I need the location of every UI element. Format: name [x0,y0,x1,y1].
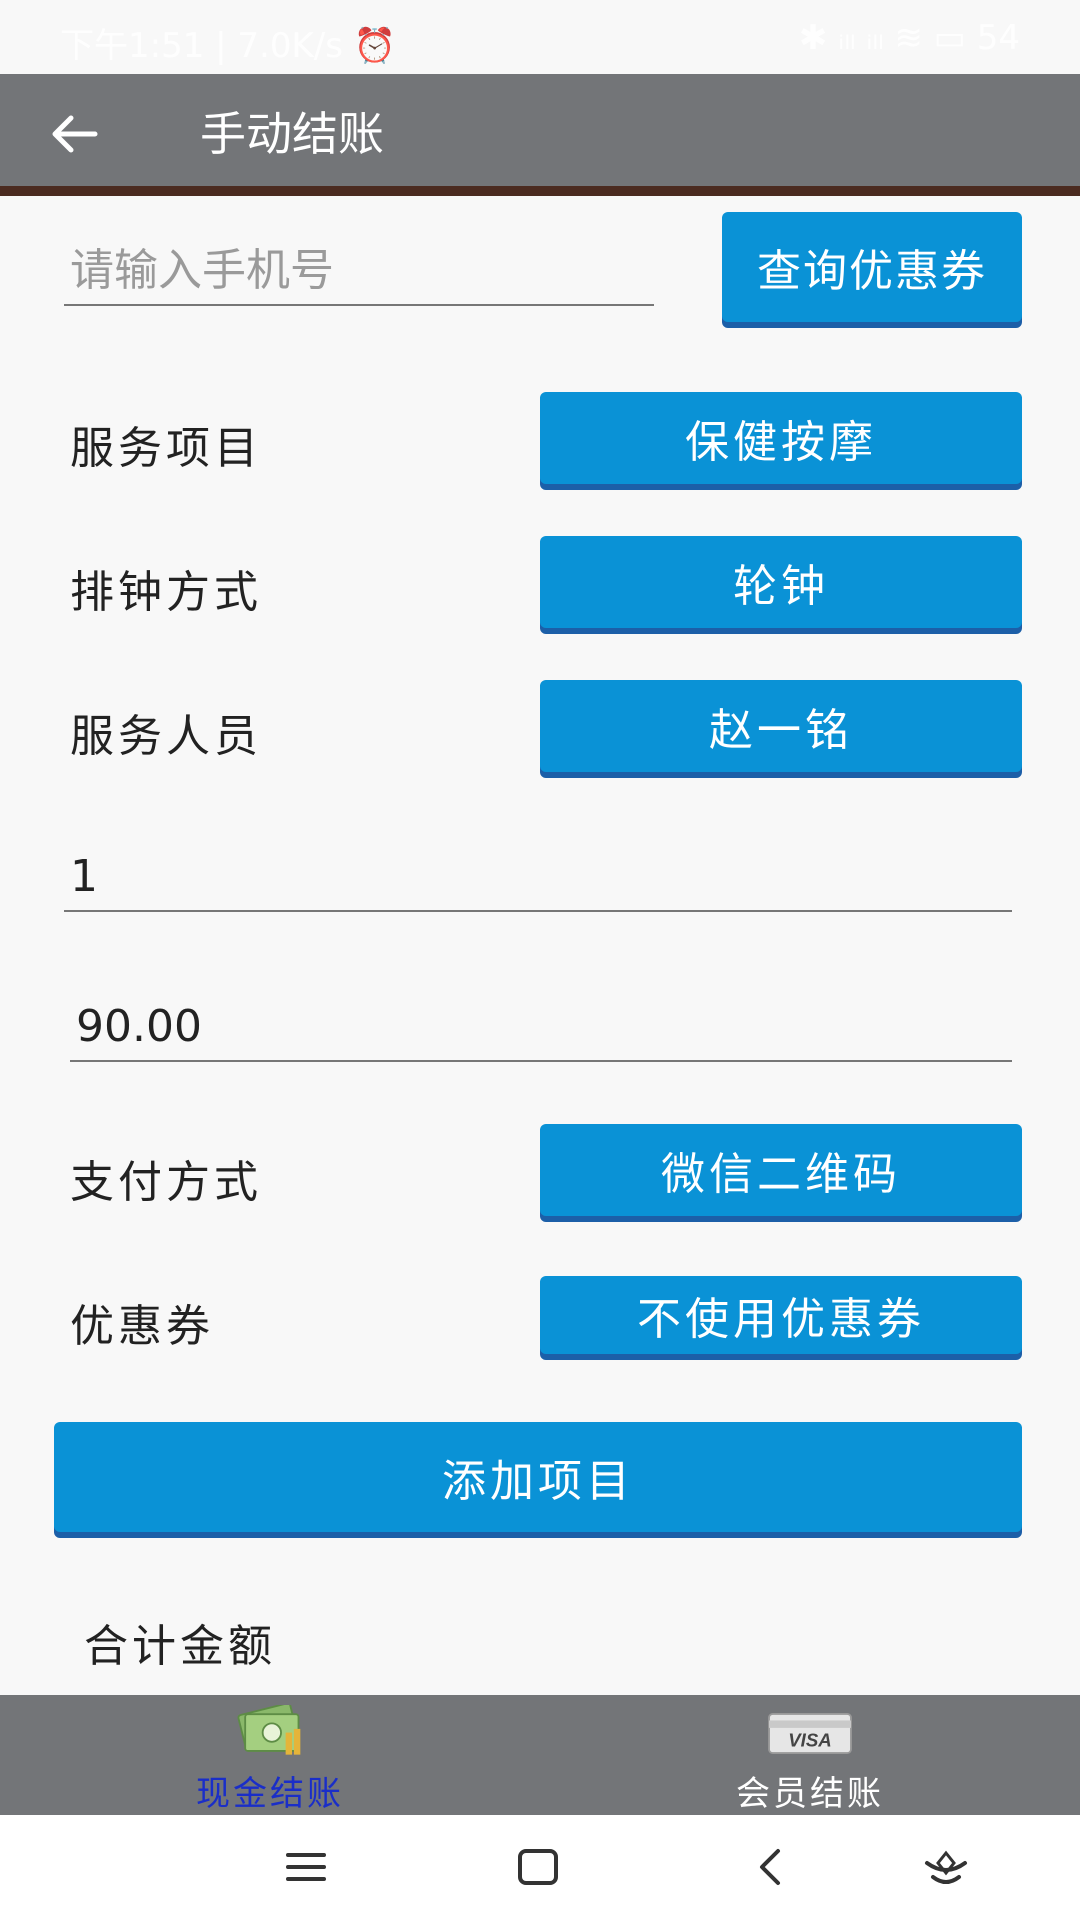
total-label: 合计金额 [84,1621,276,1672]
phone-field[interactable] [64,236,654,306]
system-nav-bar [0,1815,1080,1920]
service-item-label: 服务项目 [70,423,262,474]
phone-input[interactable] [64,236,654,304]
tab-member-checkout[interactable]: VISA 会员结账 [540,1695,1080,1815]
home-square-icon [518,1849,558,1885]
back-button[interactable] [44,104,104,164]
payment-label: 支付方式 [70,1157,262,1208]
staff-button[interactable]: 赵一铭 [540,680,1022,772]
price-input[interactable] [70,992,1012,1060]
back-arrow-icon [52,115,98,153]
coupon-button[interactable]: 不使用优惠券 [540,1276,1022,1354]
add-item-button[interactable]: 添加项目 [54,1422,1022,1532]
coupon-label: 优惠券 [70,1301,214,1352]
page-title: 手动结账 [200,107,384,161]
schedule-label: 排钟方式 [70,567,262,618]
nav-assistant-button[interactable] [906,1835,986,1899]
assistant-icon [925,1850,967,1884]
tab-cash-checkout[interactable]: 现金结账 [0,1695,540,1815]
payment-button[interactable]: 微信二维码 [540,1124,1022,1216]
tab-cash-label: 现金结账 [196,1774,344,1814]
menu-icon [286,1853,326,1881]
tab-member-label: 会员结账 [736,1774,884,1814]
service-item-button[interactable]: 保健按摩 [540,392,1022,484]
visa-card-icon: VISA [768,1713,852,1754]
status-bar: 下午1:51 | 7.0K/s ⏰ ✱ ᵢₗₗ ᵢₗₗ ≋ ▭ 54 [0,0,1080,74]
nav-menu-button[interactable] [266,1835,346,1899]
staff-label: 服务人员 [70,711,262,762]
nav-back-button[interactable] [730,1835,810,1899]
cash-money-icon [237,1705,301,1755]
query-coupon-button[interactable]: 查询优惠券 [722,212,1022,322]
quantity-input[interactable] [64,842,1012,910]
status-left: 下午1:51 | 7.0K/s ⏰ [60,26,397,66]
schedule-button[interactable]: 轮钟 [540,536,1022,628]
toolbar [0,74,1080,192]
back-chevron-icon [760,1849,780,1885]
bottom-tab-bar: 现金结账 VISA 会员结账 [0,1695,1080,1815]
toolbar-divider [0,186,1080,196]
nav-home-button[interactable] [498,1835,578,1899]
visa-card-text: VISA [788,1730,831,1751]
status-right: ✱ ᵢₗₗ ᵢₗₗ ≋ ▭ 54 [798,18,1020,58]
quantity-field[interactable] [64,842,1012,912]
price-field[interactable] [70,992,1012,1062]
